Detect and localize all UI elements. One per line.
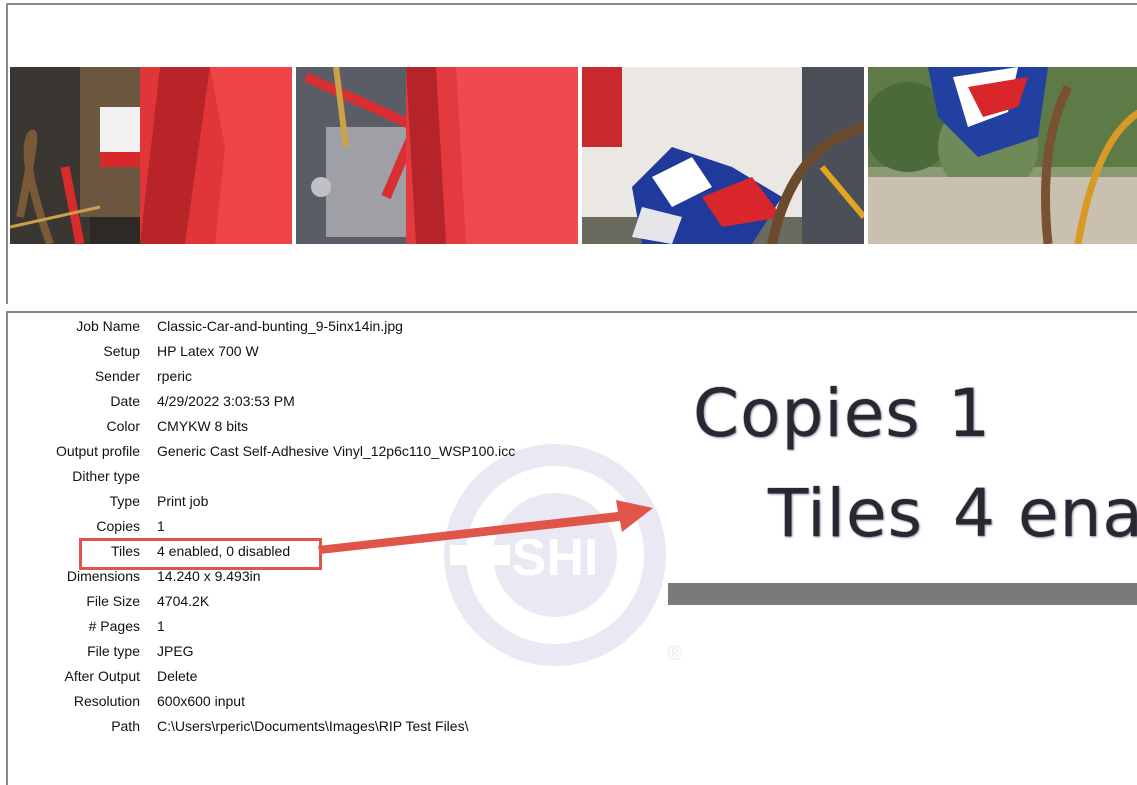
property-label: Color (106, 418, 140, 434)
preview-tile-3[interactable] (582, 67, 864, 244)
zoom-divider-bar (668, 583, 1137, 605)
property-label: Type (109, 493, 140, 509)
property-row: Sender rperic (10, 364, 630, 389)
property-row: Resolution 600x600 input (10, 689, 630, 714)
property-value: rperic (157, 368, 193, 384)
property-label: Path (111, 718, 140, 734)
callout-arrow-icon (318, 500, 653, 554)
property-value: HP Latex 700 W (157, 343, 259, 359)
property-label: Dither type (72, 468, 140, 484)
property-row: Color CMYKW 8 bits (10, 414, 630, 439)
property-value: Print job (157, 493, 209, 509)
property-value: 4/29/2022 3:03:53 PM (157, 393, 295, 409)
property-row: After Output Delete (10, 664, 630, 689)
preview-tile-1[interactable] (10, 67, 292, 244)
property-row: Dither type (10, 464, 630, 489)
zoom-tiles-label: Tiles (768, 475, 923, 552)
preview-tile-4[interactable] (868, 67, 1137, 244)
property-row: Output profile Generic Cast Self-Adhesive… (10, 439, 630, 464)
zoom-copies-label: Copies (693, 375, 921, 452)
zoomed-callout: Copies 1 Tiles 4 enab (668, 360, 1137, 605)
property-row: Path C:\Users\rperic\Documents\Images\RIP… (10, 714, 630, 739)
tiles-highlight-box (79, 538, 322, 570)
property-label: Sender (94, 368, 140, 384)
property-value: 600x600 input (157, 693, 245, 709)
property-label: Output profile (55, 443, 140, 459)
property-value: CMYKW 8 bits (157, 418, 249, 434)
property-value: 1 (157, 618, 165, 634)
property-label: Job Name (76, 318, 140, 334)
property-row: Date 4/29/2022 3:03:53 PM (10, 389, 630, 414)
property-label: Resolution (73, 693, 140, 709)
svg-text:®: ® (668, 643, 683, 665)
property-row: File type JPEG (10, 639, 630, 664)
property-row: Job Name Classic-Car-and-bunting_9-5inx14… (10, 314, 630, 339)
property-label: After Output (64, 668, 140, 684)
tile-preview-strip (10, 67, 1137, 244)
property-label: File Size (86, 593, 140, 609)
property-label: Setup (103, 343, 140, 359)
property-row: # Pages 1 (10, 614, 630, 639)
zoom-copies-value: 1 (948, 375, 991, 452)
property-value: C:\Users\rperic\Documents\Images\RIP Tes… (157, 718, 469, 734)
property-value: Generic Cast Self-Adhesive Vinyl_12p6c11… (157, 443, 516, 459)
property-value: Delete (157, 668, 198, 684)
property-label: Copies (96, 518, 140, 534)
preview-tile-2[interactable] (296, 67, 578, 244)
property-value: 1 (157, 518, 165, 534)
property-label: # Pages (88, 618, 140, 634)
property-label: Date (110, 393, 140, 409)
property-value: Classic-Car-and-bunting_9-5inx14in.jpg (157, 318, 403, 334)
property-row: Setup HP Latex 700 W (10, 339, 630, 364)
property-row: File Size 4704.2K (10, 589, 630, 614)
property-label: File type (87, 643, 140, 659)
zoom-tiles-value: 4 enab (953, 475, 1137, 552)
property-value: JPEG (157, 643, 194, 659)
property-value: 4704.2K (157, 593, 210, 609)
